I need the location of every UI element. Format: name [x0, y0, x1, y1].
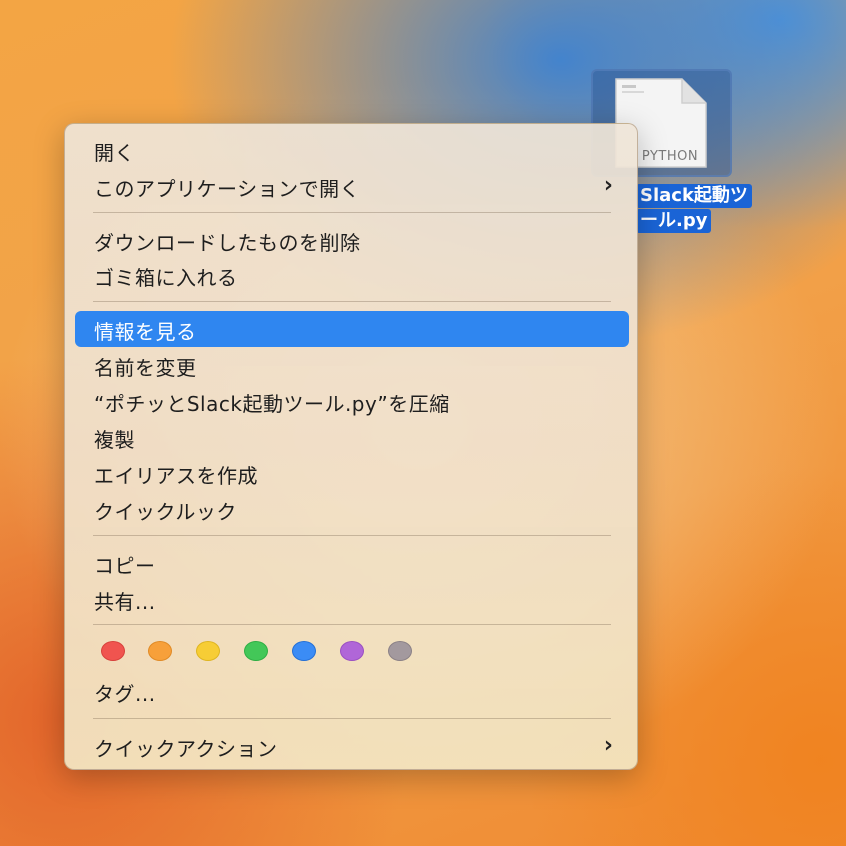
- menu-item-duplicate[interactable]: 複製: [75, 419, 629, 455]
- menu-item-delete-downloads[interactable]: ダウンロードしたものを削除: [75, 222, 629, 258]
- menu-item-label: 情報を見る: [94, 320, 197, 344]
- menu-item-share[interactable]: 共有...: [75, 581, 629, 617]
- file-type-label: PYTHON: [641, 149, 699, 164]
- menu-item-get-info[interactable]: 情報を見る: [75, 311, 629, 347]
- menu-separator: [93, 301, 611, 302]
- menu-item-move-to-trash[interactable]: ゴミ箱に入れる: [75, 257, 629, 293]
- context-menu: 開く このアプリケーションで開く › ダウンロードしたものを削除 ゴミ箱に入れる…: [64, 123, 638, 770]
- menu-item-label: このアプリケーションで開く: [94, 177, 361, 201]
- menu-separator: [93, 624, 611, 625]
- tag-blue-dot[interactable]: [292, 641, 316, 661]
- menu-item-quick-look[interactable]: クイックルック: [75, 491, 629, 527]
- menu-item-label: クイックアクション: [94, 737, 278, 761]
- menu-separator: [93, 212, 611, 213]
- menu-item-label: “ポチッとSlack起動ツール.py”を圧縮: [94, 392, 450, 416]
- chevron-right-icon: ›: [603, 173, 613, 198]
- menu-item-open[interactable]: 開く: [75, 132, 629, 168]
- chevron-right-icon: ›: [603, 733, 613, 758]
- tag-green-dot[interactable]: [244, 641, 268, 661]
- menu-item-open-with[interactable]: このアプリケーションで開く ›: [75, 168, 629, 204]
- menu-item-quick-actions[interactable]: クイックアクション ›: [75, 728, 629, 764]
- menu-item-copy[interactable]: コピー: [75, 545, 629, 581]
- menu-item-compress[interactable]: “ポチッとSlack起動ツール.py”を圧縮: [75, 383, 629, 419]
- menu-item-label: 開く: [94, 141, 135, 165]
- menu-item-label: エイリアスを作成: [94, 464, 258, 488]
- tag-yellow-dot[interactable]: [196, 641, 220, 661]
- menu-item-label: コピー: [94, 554, 156, 578]
- menu-separator: [93, 718, 611, 719]
- file-name-line-2[interactable]: ール.py: [636, 209, 712, 233]
- menu-item-label: 名前を変更: [94, 356, 197, 380]
- tag-purple-dot[interactable]: [340, 641, 364, 661]
- tag-red-dot[interactable]: [101, 641, 125, 661]
- menu-item-label: タグ...: [94, 682, 156, 706]
- menu-item-rename[interactable]: 名前を変更: [75, 347, 629, 383]
- menu-item-label: 共有...: [94, 590, 156, 614]
- menu-item-label: ダウンロードしたものを削除: [94, 231, 361, 255]
- menu-separator: [93, 535, 611, 536]
- tag-gray-dot[interactable]: [388, 641, 412, 661]
- menu-item-label: クイックルック: [94, 500, 237, 524]
- file-name-label[interactable]: Slack起動ツ ール.py: [636, 184, 752, 233]
- file-name-line-1[interactable]: Slack起動ツ: [636, 184, 752, 208]
- menu-item-label: 複製: [94, 428, 135, 452]
- tag-orange-dot[interactable]: [148, 641, 172, 661]
- menu-item-tags[interactable]: タグ...: [75, 673, 629, 709]
- menu-item-make-alias[interactable]: エイリアスを作成: [75, 455, 629, 491]
- menu-item-label: ゴミ箱に入れる: [94, 266, 238, 290]
